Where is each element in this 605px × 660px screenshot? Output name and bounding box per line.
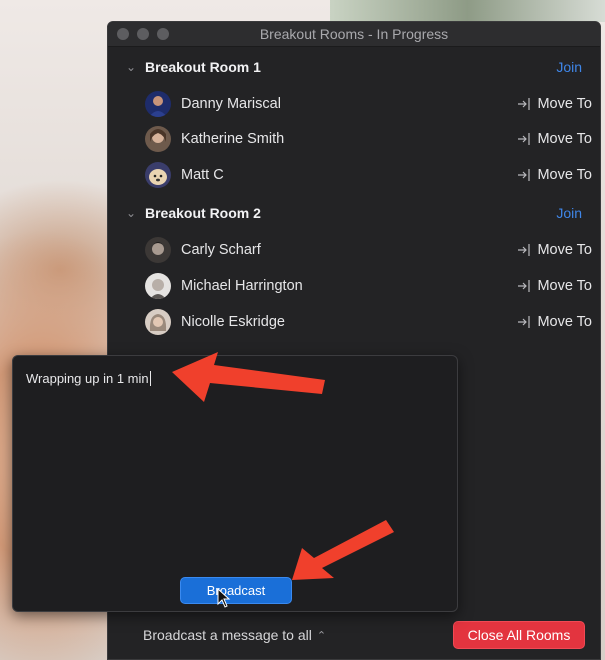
title-bar[interactable]: Breakout Rooms - In Progress <box>108 22 600 47</box>
move-to-label: Move To <box>537 314 592 330</box>
room-name: Breakout Room 2 <box>145 205 261 221</box>
chevron-up-icon: ⌃ <box>316 629 327 642</box>
background-video-strip <box>330 0 605 22</box>
move-to-button[interactable]: Move To <box>517 96 592 112</box>
move-to-icon <box>518 316 531 328</box>
participant-row: Michael Harrington Move To <box>108 270 600 302</box>
move-to-label: Move To <box>537 167 592 183</box>
room-name: Breakout Room 1 <box>145 59 261 75</box>
broadcast-message-link[interactable]: Broadcast a message to all ⌃ <box>143 627 326 643</box>
text-cursor <box>149 371 151 386</box>
participant-name: Matt C <box>181 167 224 183</box>
annotation-arrow-icon <box>172 352 325 402</box>
move-to-label: Move To <box>537 242 592 258</box>
move-to-icon <box>518 244 531 256</box>
move-to-icon <box>518 133 531 145</box>
zoom-window-button[interactable] <box>157 28 169 40</box>
move-to-label: Move To <box>537 96 592 112</box>
join-room-1-link[interactable]: Join <box>556 59 582 75</box>
move-to-icon <box>518 98 531 110</box>
participant-row: Matt C Move To <box>108 159 600 191</box>
annotation-arrow-icon <box>292 520 394 580</box>
avatar <box>145 273 171 299</box>
broadcast-button[interactable]: Broadcast <box>180 577 292 604</box>
mouse-pointer-icon <box>217 588 231 608</box>
move-to-button[interactable]: Move To <box>517 242 592 258</box>
broadcast-link-label: Broadcast a message to all <box>143 627 312 643</box>
participant-name: Michael Harrington <box>181 278 303 294</box>
move-to-label: Move To <box>537 131 592 147</box>
move-to-icon <box>518 169 531 181</box>
move-to-label: Move To <box>537 278 592 294</box>
avatar <box>145 91 171 117</box>
avatar <box>145 237 171 263</box>
participant-name: Nicolle Eskridge <box>181 314 285 330</box>
close-window-button[interactable] <box>117 28 129 40</box>
broadcast-message-input[interactable]: Wrapping up in 1 min <box>26 371 151 386</box>
chevron-down-icon[interactable]: ⌄ <box>126 206 136 220</box>
move-to-icon <box>518 280 531 292</box>
chevron-down-icon[interactable]: ⌄ <box>126 60 136 74</box>
minimize-window-button[interactable] <box>137 28 149 40</box>
move-to-button[interactable]: Move To <box>517 314 592 330</box>
participant-row: Danny Mariscal Move To <box>108 88 600 120</box>
move-to-button[interactable]: Move To <box>517 167 592 183</box>
join-room-2-link[interactable]: Join <box>556 205 582 221</box>
move-to-button[interactable]: Move To <box>517 278 592 294</box>
window-title: Breakout Rooms - In Progress <box>259 26 449 42</box>
avatar <box>145 309 171 335</box>
participant-row: Nicolle Eskridge Move To <box>108 306 600 338</box>
participant-name: Danny Mariscal <box>181 96 281 112</box>
avatar <box>145 126 171 152</box>
avatar <box>145 162 171 188</box>
broadcast-message-text: Wrapping up in 1 min <box>26 371 149 386</box>
close-all-rooms-button[interactable]: Close All Rooms <box>453 621 585 649</box>
participant-row: Katherine Smith Move To <box>108 123 600 155</box>
participant-row: Carly Scharf Move To <box>108 234 600 266</box>
participant-name: Katherine Smith <box>181 131 285 147</box>
room-header-2[interactable]: ⌄ Breakout Room 2 Join <box>108 198 600 228</box>
window-footer: Broadcast a message to all ⌃ Close All R… <box>108 614 600 659</box>
room-header-1[interactable]: ⌄ Breakout Room 1 Join <box>108 52 600 82</box>
move-to-button[interactable]: Move To <box>517 131 592 147</box>
window-controls <box>117 28 169 40</box>
participant-name: Carly Scharf <box>181 242 261 258</box>
